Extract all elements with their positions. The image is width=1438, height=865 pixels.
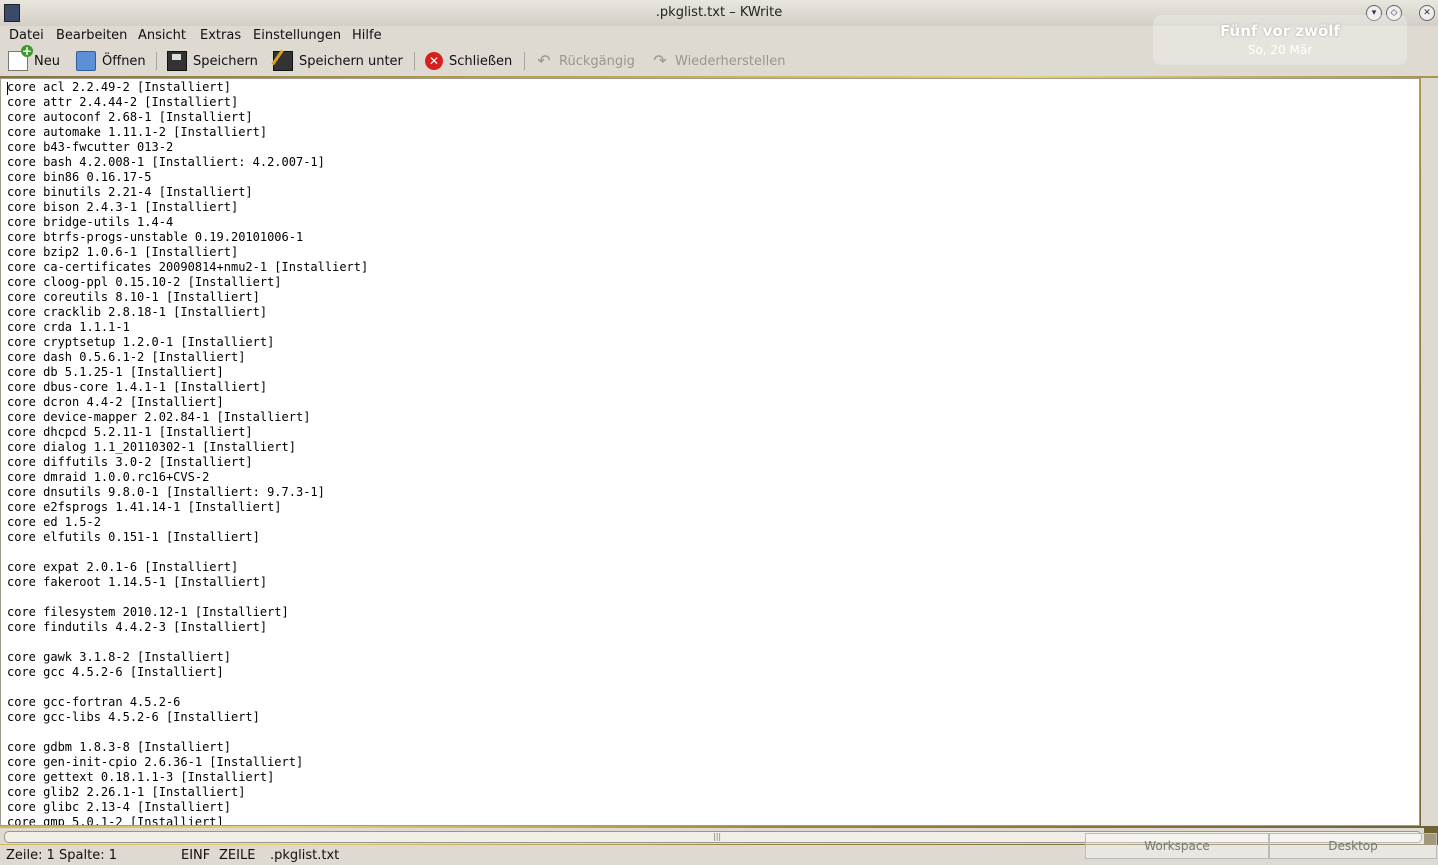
editor-line[interactable]: core db 5.1.25-1 [Installiert] [7,365,368,380]
editor-line[interactable]: core gen-init-cpio 2.6.36-1 [Installiert… [7,755,368,770]
editor-line[interactable]: core bin86 0.16.17-5 [7,170,368,185]
editor-line[interactable]: core b43-fwcutter 013-2 [7,140,368,155]
status-filename: .pkglist.txt [270,848,340,863]
menu-bearbeiten[interactable]: Bearbeiten [56,26,127,46]
open-button[interactable]: Öffnen [76,49,146,73]
clock-date: So, 20 Mär [1247,43,1313,57]
editor-line[interactable]: core gcc 4.5.2-6 [Installiert] [7,665,368,680]
editor-line[interactable]: core crda 1.1.1-1 [7,320,368,335]
editor-line[interactable]: core acl 2.2.49-2 [Installiert] [7,80,368,95]
editor-line[interactable]: core gcc-fortran 4.5.2-6 [7,695,368,710]
editor-line[interactable]: core bridge-utils 1.4-4 [7,215,368,230]
editor-line[interactable]: core gcc-libs 4.5.2-6 [Installiert] [7,710,368,725]
save-button-label: Speichern [193,53,258,69]
editor-line[interactable]: core findutils 4.4.2-3 [Installiert] [7,620,368,635]
editor-line[interactable]: core dbus-core 1.4.1-1 [Installiert] [7,380,368,395]
editor-line[interactable]: core fakeroot 1.14.5-1 [Installiert] [7,575,368,590]
close-document-icon: ✕ [425,52,443,70]
editor-line[interactable]: core automake 1.11.1-2 [Installiert] [7,125,368,140]
editor-line[interactable]: core gdbm 1.8.3-8 [Installiert] [7,740,368,755]
workspace-tab[interactable]: Workspace [1085,833,1269,859]
open-folder-icon [76,51,96,71]
close-button-label: Schließen [449,53,513,69]
menu-extras[interactable]: Extras [200,26,241,46]
undo-icon: ↶ [537,51,551,70]
save-button[interactable]: Speichern [167,49,258,73]
save-disk-icon [167,51,187,71]
menu-einstellungen[interactable]: Einstellungen [253,26,341,46]
editor-line[interactable]: core attr 2.4.44-2 [Installiert] [7,95,368,110]
insert-mode[interactable]: EINF [181,848,210,863]
editor-line[interactable]: core coreutils 8.10-1 [Installiert] [7,290,368,305]
editor-line[interactable]: core dialog 1.1_20110302-1 [Installiert] [7,440,368,455]
new-document-icon [8,45,33,71]
new-button[interactable]: Neu [8,45,60,73]
close-window-icon[interactable]: ✕ [1419,5,1435,21]
editor-line[interactable]: core cloog-ppl 0.15.10-2 [Installiert] [7,275,368,290]
selection-mode[interactable]: ZEILE [219,848,255,863]
editor-line[interactable]: core ed 1.5-2 [7,515,368,530]
editor-line[interactable]: core dnsutils 9.8.0-1 [Installiert: 9.7.… [7,485,368,500]
editor-line[interactable] [7,725,368,740]
menu-ansicht[interactable]: Ansicht [138,26,186,46]
editor-line[interactable] [7,590,368,605]
editor-lines: core acl 2.2.49-2 [Installiert] core attr… [7,80,368,825]
taskbar-pager: Workspace Desktop [1085,833,1438,859]
editor-line[interactable] [7,545,368,560]
cursor-position: Zeile: 1 Spalte: 1 [6,848,118,863]
editor-line[interactable]: core gawk 3.1.8-2 [Installiert] [7,650,368,665]
editor-line[interactable]: core btrfs-progs-unstable 0.19.20101006-… [7,230,368,245]
open-button-label: Öffnen [102,53,146,69]
new-button-label: Neu [34,53,60,69]
editor-line[interactable]: core autoconf 2.68-1 [Installiert] [7,110,368,125]
editor-line[interactable] [7,680,368,695]
editor-line[interactable]: core e2fsprogs 1.41.14-1 [Installiert] [7,500,368,515]
scroll-grip-icon: ||| [713,832,722,841]
toolbar-separator [414,52,415,70]
editor-line[interactable]: core elfutils 0.151-1 [Installiert] [7,530,368,545]
editor-line[interactable]: core diffutils 3.0-2 [Installiert] [7,455,368,470]
close-button[interactable]: ✕ Schließen [425,49,512,73]
editor-line[interactable]: core bzip2 1.0.6-1 [Installiert] [7,245,368,260]
toolbar-separator [524,52,525,70]
editor-line[interactable]: core binutils 2.21-4 [Installiert] [7,185,368,200]
editor-line[interactable]: core dmraid 1.0.0.rc16+CVS-2 [7,470,368,485]
toolbar-separator [156,52,157,70]
editor-line[interactable]: core cracklib 2.8.18-1 [Installiert] [7,305,368,320]
editor-line[interactable]: core cryptsetup 1.2.0-1 [Installiert] [7,335,368,350]
editor-line[interactable]: core glibc 2.13-4 [Installiert] [7,800,368,815]
text-cursor [7,82,8,95]
editor-line[interactable]: core dcron 4.4-2 [Installiert] [7,395,368,410]
save-as-icon [273,51,293,71]
editor-line[interactable]: core bison 2.4.3-1 [Installiert] [7,200,368,215]
clock-time: Fünf vor zwölf [1220,22,1340,40]
vertical-scrollbar[interactable] [1421,78,1438,826]
editor-line[interactable]: core ca-certificates 20090814+nmu2-1 [In… [7,260,368,275]
redo-button[interactable]: ↷ Wiederherstellen [651,49,785,73]
desktop-tab[interactable]: Desktop [1269,833,1437,859]
text-editor[interactable]: core acl 2.2.49-2 [Installiert] core attr… [0,78,1420,826]
save-as-button[interactable]: Speichern unter [273,49,403,73]
redo-button-label: Wiederherstellen [675,53,786,69]
menu-hilfe[interactable]: Hilfe [352,26,382,46]
editor-line[interactable]: core bash 4.2.008-1 [Installiert: 4.2.00… [7,155,368,170]
editor-line[interactable]: core gettext 0.18.1.1-3 [Installiert] [7,770,368,785]
editor-line[interactable]: core dash 0.5.6.1-2 [Installiert] [7,350,368,365]
editor-line[interactable]: core gmp 5.0.1-2 [Installiert] [7,815,368,825]
editor-line[interactable] [7,635,368,650]
undo-button-label: Rückgängig [559,53,635,69]
save-as-button-label: Speichern unter [299,53,403,69]
editor-line[interactable]: core filesystem 2010.12-1 [Installiert] [7,605,368,620]
undo-button[interactable]: ↶ Rückgängig [535,49,635,73]
menu-datei[interactable]: Datei [9,26,44,46]
redo-icon: ↷ [653,51,667,70]
editor-line[interactable]: core device-mapper 2.02.84-1 [Installier… [7,410,368,425]
editor-line[interactable]: core dhcpcd 5.2.11-1 [Installiert] [7,425,368,440]
editor-line[interactable]: core glib2 2.26.1-1 [Installiert] [7,785,368,800]
desktop-clock-widget[interactable]: Fünf vor zwölf So, 20 Mär [1153,15,1407,65]
editor-line[interactable]: core expat 2.0.1-6 [Installiert] [7,560,368,575]
